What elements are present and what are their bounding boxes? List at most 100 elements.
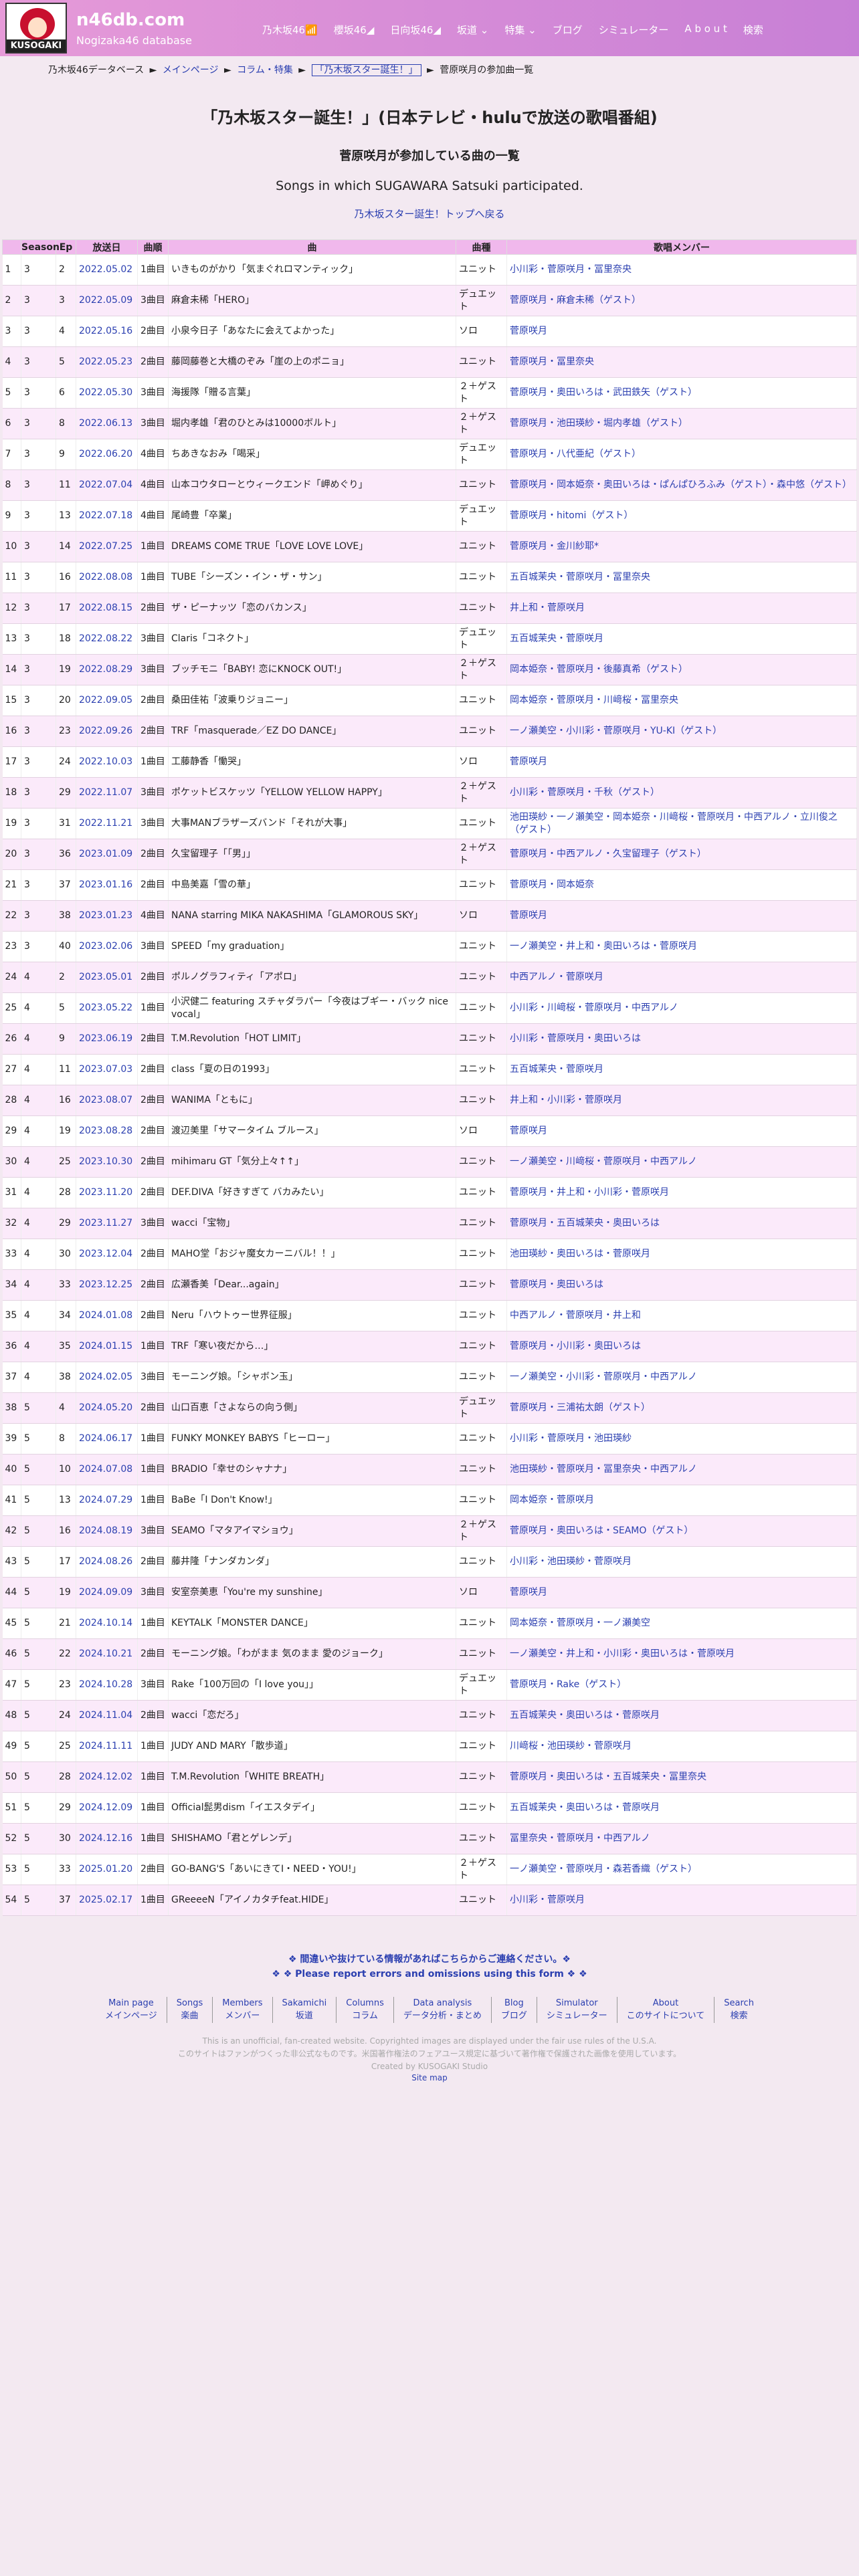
site-brand[interactable]: n46db.com Nogizaka46 database — [76, 10, 192, 47]
cell-members[interactable]: 一ノ瀬美空・井上和・小川彩・奥田いろは・菅原咲月 — [506, 1638, 857, 1670]
cell-date[interactable]: 2024.11.11 — [76, 1731, 138, 1762]
footer-item-main[interactable]: Main page メインページ — [96, 1996, 167, 2023]
cell-date[interactable]: 2024.10.21 — [76, 1638, 138, 1670]
cell-date[interactable]: 2023.12.25 — [76, 1269, 138, 1301]
cell-members[interactable]: 一ノ瀬美空・川﨑桜・菅原咲月・中西アルノ — [506, 1146, 857, 1178]
cell-members[interactable]: 菅原咲月 — [506, 1115, 857, 1147]
cell-members[interactable]: 菅原咲月 — [506, 1577, 857, 1608]
cell-date[interactable]: 2022.10.03 — [76, 746, 138, 778]
cell-date[interactable]: 2023.08.07 — [76, 1085, 138, 1116]
cell-date[interactable]: 2023.01.23 — [76, 900, 138, 932]
cell-members[interactable]: 岡本姫奈・菅原咲月 — [506, 1485, 857, 1516]
cell-date[interactable]: 2022.11.07 — [76, 777, 138, 809]
cell-members[interactable]: 菅原咲月・中西アルノ・久宝留理子（ゲスト） — [506, 839, 857, 870]
cell-members[interactable]: 菅原咲月 — [506, 900, 857, 932]
cell-members[interactable]: 一ノ瀬美空・井上和・奥田いろは・菅原咲月 — [506, 931, 857, 962]
cell-date[interactable]: 2024.10.14 — [76, 1608, 138, 1639]
cell-members[interactable]: 菅原咲月・奥田いろは・五百城茉央・冨里奈央 — [506, 1761, 857, 1793]
nav-item-sakurazaka[interactable]: 櫻坂46◢ — [334, 23, 375, 37]
cell-members[interactable]: 菅原咲月・池田瑛紗・堀内孝雄（ゲスト） — [506, 408, 857, 439]
cell-date[interactable]: 2023.11.27 — [76, 1208, 138, 1239]
cell-date[interactable]: 2022.05.16 — [76, 316, 138, 347]
nav-item-about[interactable]: A b o u t — [684, 23, 727, 37]
cell-date[interactable]: 2023.05.01 — [76, 962, 138, 993]
cell-members[interactable]: 小川彩・川﨑桜・菅原咲月・中西アルノ — [506, 992, 857, 1024]
cell-date[interactable]: 2024.05.20 — [76, 1392, 138, 1424]
cell-date[interactable]: 2023.07.03 — [76, 1054, 138, 1085]
cell-date[interactable]: 2025.02.17 — [76, 1885, 138, 1916]
footer-item-search[interactable]: Search 検索 — [714, 1997, 763, 2023]
cell-date[interactable]: 2023.11.20 — [76, 1177, 138, 1208]
cell-members[interactable]: 池田瑛紗・菅原咲月・冨里奈央・中西アルノ — [506, 1454, 857, 1485]
cell-members[interactable]: 菅原咲月・井上和・小川彩・菅原咲月 — [506, 1177, 857, 1208]
breadcrumb-item[interactable]: コラム・特集 — [237, 65, 293, 76]
cell-members[interactable]: 冨里奈央・菅原咲月・中西アルノ — [506, 1823, 857, 1854]
back-to-top-link[interactable]: 乃木坂スター誕生！トップへ戻る — [354, 208, 504, 220]
footer-item-songs[interactable]: Songs 楽曲 — [167, 1996, 213, 2023]
footer-item-members[interactable]: Members メンバー — [213, 1996, 273, 2023]
cell-members[interactable]: 川﨑桜・池田瑛紗・菅原咲月 — [506, 1731, 857, 1762]
cell-members[interactable]: 菅原咲月・Rake（ゲスト） — [506, 1669, 857, 1701]
cell-members[interactable]: 菅原咲月・岡本姫奈・奥田いろは・ぱんぱひろふみ（ゲスト）・森中悠（ゲスト） — [506, 469, 857, 501]
sitemap-link[interactable]: Site map — [411, 2073, 448, 2082]
footer-item-about[interactable]: About このサイトについて — [617, 1996, 715, 2023]
cell-members[interactable]: 菅原咲月・三浦祐太朗（ゲスト） — [506, 1392, 857, 1424]
cell-date[interactable]: 2024.09.09 — [76, 1577, 138, 1608]
cell-members[interactable]: 井上和・菅原咲月 — [506, 593, 857, 624]
cell-members[interactable]: 小川彩・菅原咲月 — [506, 1885, 857, 1916]
cell-date[interactable]: 2022.09.26 — [76, 716, 138, 747]
cell-members[interactable]: 菅原咲月 — [506, 746, 857, 778]
cell-date[interactable]: 2023.02.06 — [76, 931, 138, 962]
cell-members[interactable]: 岡本姫奈・菅原咲月・一ノ瀬美空 — [506, 1608, 857, 1639]
cell-date[interactable]: 2024.12.09 — [76, 1792, 138, 1824]
nav-item-nogizaka[interactable]: 乃木坂46📶 — [262, 23, 318, 37]
cell-members[interactable]: 一ノ瀬美空・菅原咲月・森若香織（ゲスト） — [506, 1854, 857, 1885]
cell-date[interactable]: 2022.07.25 — [76, 531, 138, 562]
cell-date[interactable]: 2023.01.09 — [76, 839, 138, 870]
cell-members[interactable]: 池田瑛紗・一ノ瀬美空・岡本姫奈・川﨑桜・菅原咲月・中西アルノ・立川俊之（ゲスト） — [506, 808, 857, 839]
cell-date[interactable]: 2024.11.04 — [76, 1700, 138, 1731]
cell-members[interactable]: 菅原咲月・八代亜紀（ゲスト） — [506, 439, 857, 470]
nav-item-search[interactable]: 検索 — [743, 23, 763, 37]
cell-date[interactable]: 2022.08.08 — [76, 562, 138, 593]
cell-date[interactable]: 2023.01.16 — [76, 869, 138, 901]
breadcrumb-item[interactable]: 「乃木坂スター誕生！」 — [311, 64, 421, 76]
cell-date[interactable]: 2024.12.02 — [76, 1761, 138, 1793]
cell-date[interactable]: 2023.10.30 — [76, 1146, 138, 1178]
cell-members[interactable]: 菅原咲月・冨里奈央 — [506, 346, 857, 378]
cell-members[interactable]: 池田瑛紗・奥田いろは・菅原咲月 — [506, 1239, 857, 1270]
cell-date[interactable]: 2024.10.28 — [76, 1669, 138, 1701]
nav-item-sakamichi[interactable]: 坂道 ⌄ — [457, 23, 488, 37]
cell-members[interactable]: 五百城茉央・奥田いろは・菅原咲月 — [506, 1700, 857, 1731]
cell-date[interactable]: 2024.01.08 — [76, 1300, 138, 1331]
cell-members[interactable]: 菅原咲月・麻倉未稀（ゲスト） — [506, 285, 857, 316]
cell-date[interactable]: 2025.01.20 — [76, 1854, 138, 1885]
cell-members[interactable]: 五百城茉央・菅原咲月 — [506, 1054, 857, 1085]
cell-date[interactable]: 2024.08.26 — [76, 1546, 138, 1578]
footer-item-data[interactable]: Data analysis データ分析・まとめ — [394, 1996, 492, 2023]
cell-date[interactable]: 2022.05.30 — [76, 377, 138, 409]
cell-members[interactable]: 五百城茉央・菅原咲月 — [506, 623, 857, 655]
cell-date[interactable]: 2022.08.22 — [76, 623, 138, 655]
cell-date[interactable]: 2024.07.08 — [76, 1454, 138, 1485]
nav-item-hinatazaka[interactable]: 日向坂46◢ — [390, 23, 441, 37]
cell-date[interactable]: 2024.02.05 — [76, 1362, 138, 1393]
cell-date[interactable]: 2024.06.17 — [76, 1423, 138, 1455]
cell-date[interactable]: 2022.05.23 — [76, 346, 138, 378]
footer-item-sakamichi[interactable]: Sakamichi 坂道 — [273, 1996, 337, 2023]
cell-date[interactable]: 2024.12.16 — [76, 1823, 138, 1854]
breadcrumb-item[interactable]: メインページ — [163, 65, 219, 76]
cell-date[interactable]: 2023.08.28 — [76, 1115, 138, 1147]
cell-members[interactable]: 岡本姫奈・菅原咲月・後藤真希（ゲスト） — [506, 654, 857, 685]
cell-date[interactable]: 2022.06.20 — [76, 439, 138, 470]
cell-members[interactable]: 小川彩・菅原咲月・冨里奈央 — [506, 254, 857, 286]
cell-date[interactable]: 2023.05.22 — [76, 992, 138, 1024]
cell-date[interactable]: 2024.08.19 — [76, 1515, 138, 1547]
cell-members[interactable]: 小川彩・池田瑛紗・菅原咲月 — [506, 1546, 857, 1578]
cell-members[interactable]: 一ノ瀬美空・小川彩・菅原咲月・中西アルノ — [506, 1362, 857, 1393]
cell-members[interactable]: 小川彩・菅原咲月・千秋（ゲスト） — [506, 777, 857, 809]
cell-date[interactable]: 2024.01.15 — [76, 1331, 138, 1362]
cell-date[interactable]: 2023.06.19 — [76, 1023, 138, 1055]
cell-members[interactable]: 五百城茉央・菅原咲月・冨里奈央 — [506, 562, 857, 593]
cell-members[interactable]: 中西アルノ・菅原咲月・井上和 — [506, 1300, 857, 1331]
